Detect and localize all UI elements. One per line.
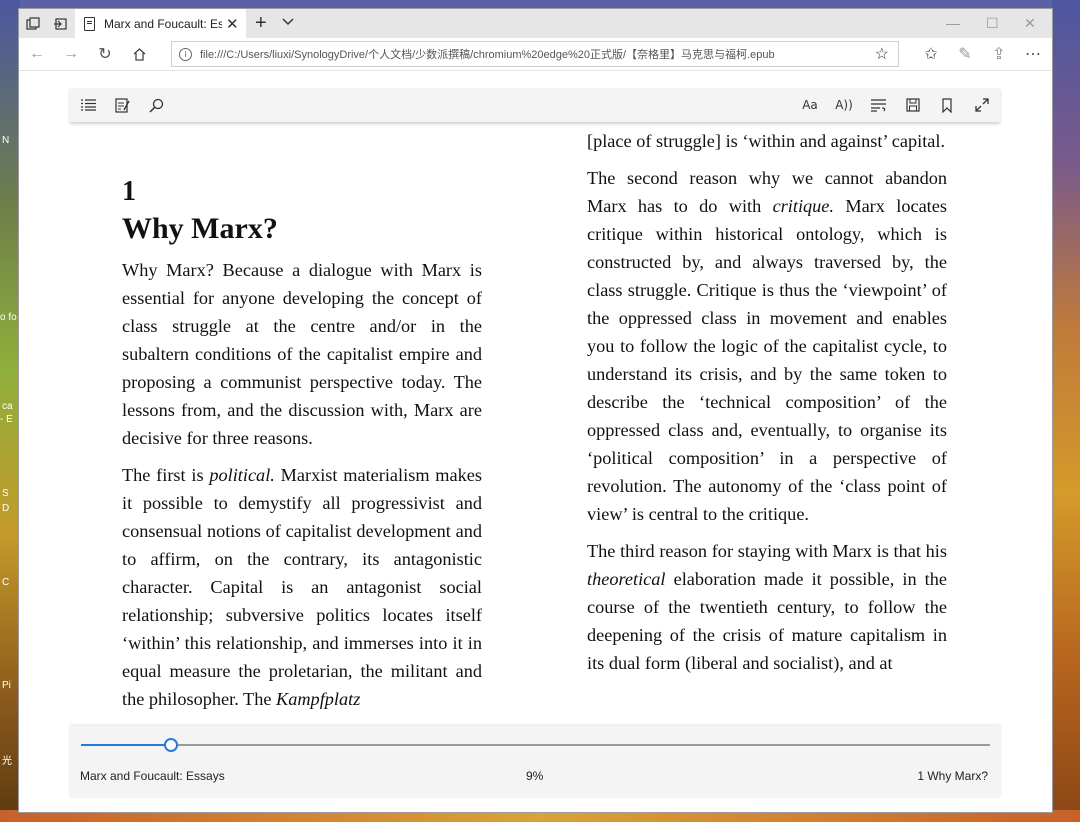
bookmark-icon[interactable]: [938, 96, 956, 114]
progress-percent: 9%: [526, 769, 544, 783]
current-chapter: 1 Why Marx?: [917, 769, 988, 783]
tab-active[interactable]: Marx and Foucault: Essays ✕: [75, 9, 246, 38]
text-options-icon[interactable]: Aa: [801, 96, 819, 114]
set-aside-tabs-icon[interactable]: [51, 15, 69, 33]
desktop-icon-label: Pi: [2, 680, 11, 691]
progress-thumb[interactable]: [163, 738, 178, 752]
desktop-icon-label: - E: [0, 414, 13, 425]
share-icon[interactable]: ⇪: [989, 44, 1009, 64]
search-icon[interactable]: [147, 96, 165, 114]
url-input[interactable]: i file:///C:/Users/liuxi/SynologyDrive/个…: [171, 41, 899, 67]
paragraph: [place of struggle] is ‘within and again…: [587, 131, 946, 151]
home-icon[interactable]: [129, 44, 149, 64]
read-aloud-icon[interactable]: A)): [835, 96, 853, 114]
notes-pen-icon[interactable]: ✎: [955, 44, 975, 64]
desktop-icon-label: N: [2, 135, 10, 146]
paragraph: The first is political. Marxist material…: [122, 465, 482, 709]
title-bar: Marx and Foucault: Essays ✕ + — ☐ ✕: [19, 9, 1052, 38]
progress-slider[interactable]: [81, 738, 990, 752]
new-tab-icon[interactable]: +: [255, 12, 267, 35]
favorites-icon[interactable]: ✩: [921, 44, 941, 64]
desktop-background-right: [1052, 0, 1080, 822]
paragraph: Why Marx? Because a dialogue with Marx i…: [122, 260, 482, 448]
desktop-icon-label: D: [2, 503, 10, 514]
maximize-icon[interactable]: ☐: [986, 15, 999, 32]
reader-toolbar: Aa A)): [70, 88, 1000, 122]
desktop-icon-label: ca: [2, 401, 13, 412]
document-icon: [84, 16, 95, 31]
info-icon[interactable]: i: [179, 47, 192, 61]
close-tab-icon[interactable]: ✕: [226, 15, 239, 33]
tab-actions-icon[interactable]: [24, 15, 42, 33]
right-page: [place of struggle] is ‘within and again…: [587, 127, 947, 686]
desktop-icon-label: o fo: [0, 312, 17, 323]
desktop-icon-label: C: [2, 577, 10, 588]
url-text: file:///C:/Users/liuxi/SynologyDrive/个人文…: [200, 49, 775, 61]
fullscreen-icon[interactable]: [973, 96, 991, 114]
left-page: 1 Why Marx? Why Marx? Because a dialogue…: [122, 122, 482, 722]
forward-icon[interactable]: →: [61, 44, 81, 64]
chapter-title: Why Marx?: [122, 212, 278, 245]
chevron-down-icon[interactable]: [281, 14, 295, 28]
tab-title: Marx and Foucault: Essays: [104, 16, 222, 31]
grammar-tools-icon[interactable]: [869, 96, 887, 114]
paragraph: The third reason for staying with Marx i…: [587, 541, 947, 673]
minimize-icon[interactable]: —: [946, 15, 960, 31]
back-icon[interactable]: ←: [27, 44, 47, 64]
browser-window: Marx and Foucault: Essays ✕ + — ☐ ✕ ← → …: [19, 9, 1052, 812]
paragraph: The second reason why we cannot abandon …: [587, 168, 947, 524]
table-of-contents-icon[interactable]: [79, 96, 97, 114]
favorite-star-icon[interactable]: ☆: [875, 44, 889, 64]
notes-icon[interactable]: [113, 96, 131, 114]
more-icon[interactable]: ⋯: [1023, 44, 1043, 64]
book-title: Marx and Foucault: Essays: [80, 769, 225, 783]
reader-footer: Marx and Foucault: Essays 9% 1 Why Marx?: [70, 726, 1000, 798]
progress-fill: [81, 744, 171, 746]
chapter-number: 1: [122, 176, 136, 207]
save-icon[interactable]: [904, 96, 922, 114]
close-window-icon[interactable]: ✕: [1024, 15, 1036, 32]
refresh-icon[interactable]: ↻: [95, 44, 115, 64]
desktop-icon-label: 光: [2, 756, 12, 767]
address-bar: ← → ↻ i file:///C:/Users/liuxi/SynologyD…: [19, 38, 1052, 71]
desktop-icon-label: S: [2, 488, 9, 499]
